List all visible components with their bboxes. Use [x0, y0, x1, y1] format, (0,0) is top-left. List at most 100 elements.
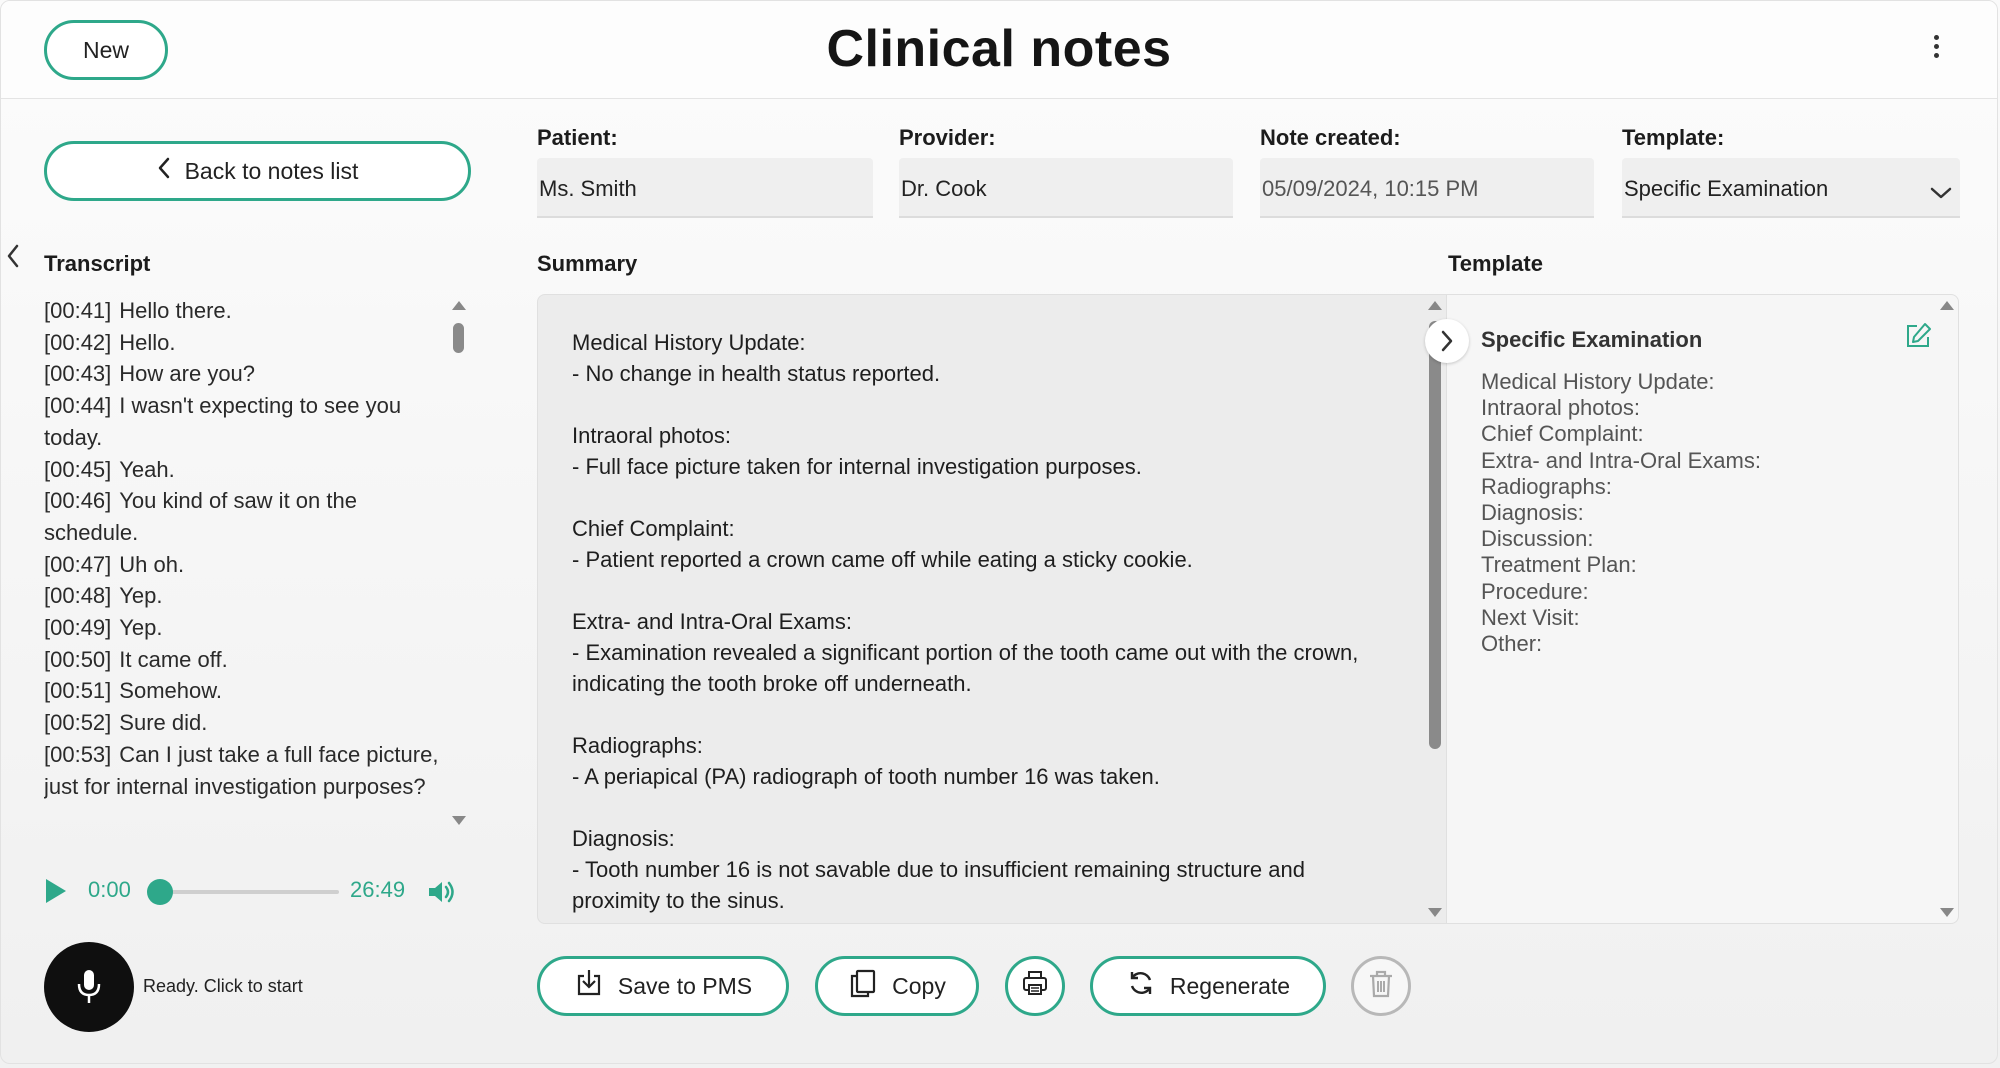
- transcript-timestamp: [00:49]: [44, 615, 112, 641]
- refresh-icon: [1126, 968, 1156, 1004]
- patient-label: Patient:: [537, 125, 618, 150]
- template-section-item: Radiographs:: [1481, 473, 1612, 499]
- transcript-text: Yep.: [119, 615, 163, 641]
- transcript-list[interactable]: [00:41] Hello there. [00:42] Hello. [00:43] H…: [44, 295, 444, 835]
- top-bar: New Clinical notes: [1, 1, 1997, 99]
- record-button[interactable]: [44, 942, 134, 1032]
- regenerate-button[interactable]: Regenerate: [1090, 956, 1326, 1016]
- template-select[interactable]: Specific Examination: [1622, 158, 1960, 218]
- template-section-item: Treatment Plan:: [1481, 552, 1637, 578]
- summary-panel[interactable]: Medical History Update: - No change in he…: [537, 294, 1447, 924]
- transcript-scrollbar[interactable]: [449, 297, 467, 831]
- transcript-timestamp: [00:48]: [44, 583, 112, 609]
- transcript-line: [00:48] Yep.: [44, 580, 444, 612]
- summary-heading: Summary: [537, 251, 638, 276]
- summary-section-title: Medical History Update:: [572, 330, 806, 355]
- transcript-timestamp: [00:44]: [44, 393, 112, 419]
- play-icon[interactable]: [46, 879, 66, 903]
- back-to-notes-button[interactable]: Back to notes list: [44, 141, 471, 201]
- copy-button-label: Copy: [892, 972, 946, 999]
- provider-label: Provider:: [899, 125, 996, 150]
- copy-button[interactable]: Copy: [815, 956, 979, 1016]
- summary-scrollbar[interactable]: [1426, 297, 1444, 921]
- summary-section-line: - Tooth number 16 is not savable due to …: [572, 857, 1305, 913]
- template-scrollbar[interactable]: [1938, 297, 1956, 921]
- chevron-left-icon: [7, 244, 19, 268]
- transcript-timestamp: [00:41]: [44, 298, 112, 323]
- transcript-timestamp: [00:51]: [44, 678, 112, 704]
- template-heading: Template: [1448, 251, 1543, 276]
- page-title: Clinical notes: [826, 20, 1172, 78]
- note-created-field: 05/09/2024, 10:15 PM: [1260, 158, 1594, 218]
- scroll-up-arrow[interactable]: [452, 301, 466, 310]
- transcript-text: Sure did.: [119, 710, 208, 736]
- transcript-line: [00:44] I wasn't expecting to see you tod…: [44, 390, 444, 453]
- current-time: 0:00: [88, 877, 131, 902]
- template-section-item: Extra- and Intra-Oral Exams:: [1481, 447, 1761, 473]
- scroll-down-arrow[interactable]: [1428, 908, 1442, 917]
- scroll-down-arrow[interactable]: [452, 816, 466, 825]
- transcript-line: [00:45] Yeah.: [44, 454, 444, 486]
- transcript-text: Hello there.: [119, 298, 232, 323]
- template-section-item: Other:: [1481, 631, 1543, 657]
- summary-text[interactable]: Medical History Update: - No change in he…: [572, 327, 1382, 923]
- trash-icon: [1367, 969, 1395, 1004]
- scroll-thumb[interactable]: [1429, 321, 1441, 749]
- transcript-line: [00:52] Sure did.: [44, 707, 444, 739]
- template-section-item: Medical History Update:: [1481, 369, 1715, 394]
- kebab-menu-icon[interactable]: [1929, 35, 1943, 65]
- scroll-up-arrow[interactable]: [1428, 301, 1442, 310]
- note-created-value: 05/09/2024, 10:15 PM: [1262, 176, 1479, 201]
- summary-section-title: Chief Complaint:: [572, 516, 735, 541]
- template-section-item: Intraoral photos:: [1481, 395, 1640, 421]
- summary-section-title: Radiographs:: [572, 733, 703, 758]
- transcript-line: [00:53] Can I just take a full face pictu…: [44, 739, 444, 802]
- transcript-line: [00:51] Somehow.: [44, 675, 444, 707]
- microphone-icon: [77, 970, 101, 1003]
- scroll-down-arrow[interactable]: [1940, 908, 1954, 917]
- summary-section: Chief Complaint: - Patient reported a cro…: [572, 513, 1382, 575]
- edit-icon[interactable]: [1903, 321, 1933, 351]
- transcript-text: It came off.: [119, 646, 228, 672]
- patient-value: Ms. Smith: [539, 176, 637, 201]
- save-to-pms-button[interactable]: Save to PMS: [537, 956, 789, 1016]
- transcript-timestamp: [00:50]: [44, 646, 112, 672]
- summary-section: Intraoral photos: - Full face picture tak…: [572, 420, 1382, 482]
- provider-field[interactable]: Dr. Cook: [899, 158, 1233, 218]
- patient-field[interactable]: Ms. Smith: [537, 158, 873, 218]
- transcript-text: Uh oh.: [119, 551, 185, 577]
- chevron-left-icon: [157, 157, 171, 185]
- print-icon: [1020, 968, 1050, 1004]
- summary-section: Extra- and Intra-Oral Exams: - Examinatio…: [572, 606, 1382, 699]
- transcript-line: [00:46] You kind of saw it on the schedul…: [44, 485, 444, 548]
- summary-section: Diagnosis: - Tooth number 16 is not savab…: [572, 823, 1382, 916]
- summary-section-line: - Patient reported a crown came off whil…: [572, 547, 1193, 572]
- transcript-text: Somehow.: [119, 678, 223, 704]
- template-label: Template:: [1622, 125, 1725, 150]
- template-section-item: Discussion:: [1481, 526, 1594, 552]
- transcript-line: [00:50] It came off.: [44, 644, 444, 676]
- volume-icon[interactable]: [426, 877, 456, 907]
- collapse-sidebar-button[interactable]: [1, 238, 27, 274]
- summary-section-line: - Full face picture taken for internal i…: [572, 454, 1142, 479]
- print-button[interactable]: [1005, 956, 1065, 1016]
- summary-section-title: Intraoral photos:: [572, 423, 731, 448]
- audio-progress-knob[interactable]: [147, 879, 173, 905]
- audio-progress-track[interactable]: [161, 890, 339, 894]
- collapse-template-button[interactable]: [1425, 319, 1469, 363]
- summary-section-line: - Examination revealed a significant por…: [572, 640, 1359, 696]
- delete-button[interactable]: [1351, 956, 1411, 1016]
- transcript-heading: Transcript: [44, 251, 151, 276]
- save-button-label: Save to PMS: [617, 972, 753, 999]
- scroll-up-arrow[interactable]: [1940, 301, 1954, 310]
- summary-section-line: - A periapical (PA) radiograph of tooth …: [572, 764, 1160, 789]
- template-section-item: Chief Complaint:: [1481, 421, 1644, 447]
- template-section-item: Procedure:: [1481, 578, 1589, 604]
- transcript-timestamp: [00:47]: [44, 551, 112, 577]
- duration-time: 26:49: [350, 877, 406, 902]
- transcript-timestamp: [00:52]: [44, 710, 112, 736]
- transcript-text: Yep.: [119, 583, 163, 609]
- download-icon: [574, 968, 604, 1004]
- scroll-thumb[interactable]: [453, 323, 464, 353]
- transcript-text: Yeah.: [119, 456, 175, 482]
